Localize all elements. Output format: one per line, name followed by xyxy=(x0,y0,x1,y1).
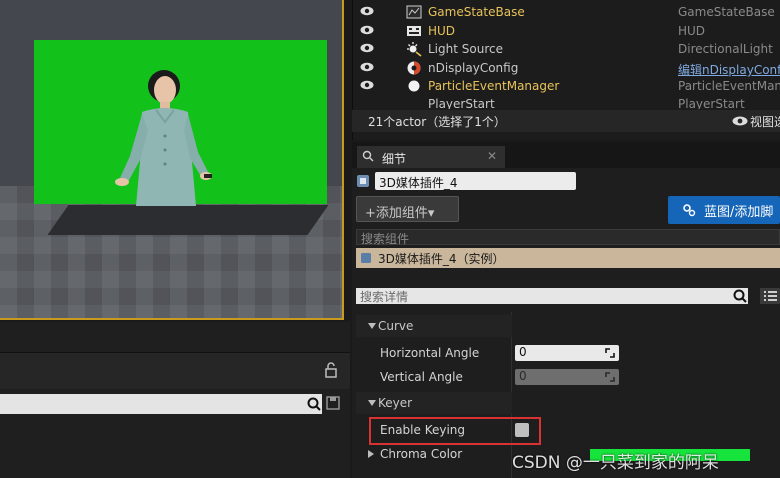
outliner-status-bar: 21个actor（选择了1个） 视图选 xyxy=(352,110,780,132)
outliner-row-type: HUD xyxy=(678,24,706,38)
outliner-row-type: GameStateBase xyxy=(678,5,775,19)
tab-details[interactable] xyxy=(357,146,505,168)
particle-manager-icon xyxy=(408,80,420,92)
vertical-angle-label: Vertical Angle xyxy=(380,370,463,384)
green-screen-shadow xyxy=(47,205,329,235)
category-curve-label: Curve xyxy=(378,319,414,333)
details-search-icon xyxy=(362,150,374,162)
category-curve[interactable]: Curve xyxy=(356,315,512,337)
outliner-row[interactable]: Light Source DirectionalLight xyxy=(352,40,780,58)
visibility-eye-icon[interactable] xyxy=(360,25,374,35)
presenter-figure[interactable] xyxy=(108,66,218,206)
view-options-button[interactable]: 视图选 xyxy=(750,113,780,130)
directional-light-icon xyxy=(407,42,422,57)
outliner-row[interactable]: GameStateBase GameStateBase xyxy=(352,3,780,21)
expand-arrow-icon xyxy=(368,400,376,406)
outliner-row-type: PlayerStart xyxy=(678,97,745,109)
actor-name-value: 3D媒体插件_4 xyxy=(379,176,458,190)
view-options-grid-icon[interactable] xyxy=(760,288,780,304)
property-search-placeholder: 搜索详情 xyxy=(360,290,409,304)
drag-handle-icon[interactable] xyxy=(605,348,615,358)
outliner-row-name: nDisplayConfig xyxy=(428,61,519,75)
outliner-row[interactable]: PlayerStart PlayerStart xyxy=(352,95,780,109)
visibility-eye-icon[interactable] xyxy=(360,6,374,16)
search-icon[interactable] xyxy=(732,288,748,304)
outliner-row[interactable]: ParticleEventManager ParticleEventManage… xyxy=(352,77,780,95)
lock-icon[interactable] xyxy=(323,362,339,378)
horizontal-angle-input[interactable]: 0 xyxy=(515,345,619,361)
vertical-angle-input[interactable]: 0 xyxy=(515,369,619,385)
horizontal-angle-value: 0 xyxy=(519,345,527,359)
outliner-row-name: GameStateBase xyxy=(428,5,525,19)
component-instance-label: 3D媒体插件_4（实例） xyxy=(378,252,505,266)
close-icon[interactable]: ✕ xyxy=(487,149,497,163)
outliner-row[interactable]: HUD HUD xyxy=(352,22,780,40)
add-component-text: 添加组件 xyxy=(375,206,428,221)
visibility-eye-icon[interactable] xyxy=(360,80,374,90)
content-search-input[interactable] xyxy=(0,394,322,414)
outliner-row-type-link[interactable]: 编辑nDisplayConfig xyxy=(678,61,780,78)
category-keyer[interactable]: Keyer xyxy=(356,392,512,414)
outliner-row-name: Light Source xyxy=(428,42,503,56)
outliner-row-name: PlayerStart xyxy=(428,97,495,109)
actor-name-field[interactable]: 3D媒体插件_4 xyxy=(375,172,576,190)
outliner-row-type: ParticleEventManager xyxy=(678,79,780,93)
add-component-label: +添加组件▾ xyxy=(365,206,435,221)
watermark: CSDN @一只菜到家的阿呆 xyxy=(512,453,719,473)
level-viewport[interactable] xyxy=(0,0,344,320)
actor-count: 21个actor（选择了1个） xyxy=(368,115,506,129)
visibility-eye-icon[interactable] xyxy=(360,62,374,72)
save-icon[interactable] xyxy=(326,396,340,410)
outliner-row-name: ParticleEventManager xyxy=(428,79,560,93)
add-component-button[interactable]: +添加组件▾ xyxy=(356,196,459,222)
outliner-row[interactable]: nDisplayConfig 编辑nDisplayConfig xyxy=(352,59,780,77)
component-instance-row[interactable]: 3D媒体插件_4（实例） xyxy=(356,248,780,268)
component-search-placeholder: 搜索组件 xyxy=(361,232,410,246)
details-tab-label: 细节 xyxy=(382,152,407,166)
enable-keying-checkbox[interactable] xyxy=(515,423,529,437)
gear-icon xyxy=(683,204,696,217)
vertical-angle-value: 0 xyxy=(519,369,527,383)
hud-icon xyxy=(407,26,421,36)
search-icon[interactable] xyxy=(306,396,322,412)
expand-arrow-icon xyxy=(368,323,376,329)
horizontal-angle-label: Horizontal Angle xyxy=(380,346,480,360)
blueprint-button-label: 蓝图/添加脚 xyxy=(704,205,774,220)
visibility-eye-icon[interactable] xyxy=(360,43,374,53)
component-icon xyxy=(361,253,371,263)
category-keyer-label: Keyer xyxy=(378,396,413,410)
outliner-row-name: HUD xyxy=(428,24,456,38)
content-panel-header xyxy=(0,352,350,389)
game-state-icon xyxy=(406,5,422,19)
component-search-input[interactable]: 搜索组件 xyxy=(356,229,780,246)
property-search-input[interactable]: 搜索详情 xyxy=(356,288,748,304)
view-options-eye-icon[interactable] xyxy=(732,116,748,126)
drag-handle-icon[interactable] xyxy=(605,372,615,382)
collapsed-arrow-icon[interactable] xyxy=(368,450,374,458)
outliner-row-type: DirectionalLight xyxy=(678,42,773,56)
actor-object-icon xyxy=(357,175,369,187)
chroma-color-label: Chroma Color xyxy=(380,447,463,461)
ndisplay-icon xyxy=(407,61,421,75)
